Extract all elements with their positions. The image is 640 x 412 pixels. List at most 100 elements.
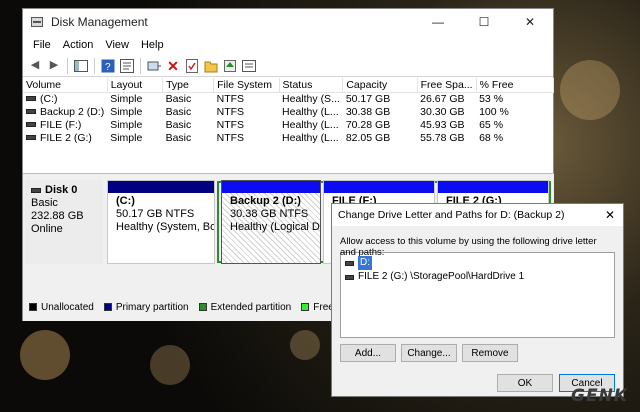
minimize-button[interactable]: —	[415, 9, 461, 35]
title-bar[interactable]: Disk Management — ☐ ✕	[23, 9, 553, 35]
table-header-row: Volume Layout Type File System Status Ca…	[23, 78, 555, 93]
table-row[interactable]: (C:) Simple Basic NTFS Healthy (S... 50.…	[23, 92, 554, 105]
menu-bar: File Action View Help	[23, 35, 553, 55]
list-icon[interactable]	[241, 58, 257, 74]
table-cell: 70.28 GB	[345, 118, 391, 131]
table-cell: Simple	[110, 118, 143, 131]
list-item[interactable]: D:	[345, 256, 610, 270]
menu-file[interactable]: File	[27, 39, 57, 51]
table-cell: 30.38 GB	[345, 105, 391, 118]
legend-label: Extended partition	[210, 301, 292, 313]
background-light	[560, 60, 620, 120]
table-cell: 53 %	[479, 92, 504, 105]
legend-swatch	[198, 302, 207, 311]
column-header-percent-free[interactable]: % Free	[476, 78, 555, 93]
dialog-title-bar[interactable]: Change Drive Letter and Paths for D: (Ba…	[332, 204, 623, 226]
partition-c[interactable]: (C:) 50.17 GB NTFS Healthy (System, Boot…	[107, 180, 215, 264]
table-cell: Simple	[110, 105, 143, 118]
table-cell: Basic	[165, 92, 192, 105]
column-header-layout[interactable]: Layout	[107, 78, 164, 93]
up-icon[interactable]	[222, 58, 238, 74]
table-cell: NTFS	[216, 105, 245, 118]
table-cell: 45.93 GB	[420, 118, 465, 131]
console-tree-icon[interactable]	[73, 58, 89, 74]
change-button[interactable]: Change...	[401, 344, 457, 362]
volume-cell: Backup 2 (D:)	[23, 105, 107, 118]
drive-icon	[345, 260, 354, 266]
dialog-title: Change Drive Letter and Paths for D: (Ba…	[338, 209, 565, 221]
legend-item: Primary partition	[103, 301, 189, 313]
table-cell: 65 %	[479, 118, 504, 131]
properties-icon[interactable]	[119, 58, 135, 74]
primary-partition-band	[108, 181, 214, 193]
toolbar-separator	[140, 57, 141, 74]
drive-icon	[26, 122, 36, 128]
volume-name: FILE (F:)	[40, 118, 82, 131]
disk-state: Online	[31, 223, 63, 235]
logical-drive-band	[438, 181, 548, 193]
table-cell: Healthy (L...	[282, 131, 339, 144]
list-item[interactable]: FILE 2 (G:) \StoragePool\HardDrive 1	[345, 270, 610, 284]
table-cell: Simple	[110, 131, 143, 144]
partition-name: Backup 2 (D:)	[230, 195, 301, 207]
table-row[interactable]: FILE (F:) Simple Basic NTFS Healthy (L..…	[23, 118, 554, 131]
partition-status: Healthy (Logical Drive	[230, 221, 320, 233]
menu-view[interactable]: View	[99, 39, 135, 51]
table-cell: Basic	[165, 105, 192, 118]
partition-size: 30.38 GB NTFS	[230, 208, 309, 220]
logical-drive-band	[324, 181, 434, 193]
volume-name: Backup 2 (D:)	[40, 105, 105, 118]
close-button[interactable]: ✕	[507, 9, 553, 35]
column-header-volume[interactable]: Volume	[23, 78, 108, 93]
volume-name: (C:)	[40, 92, 58, 105]
table-cell: NTFS	[216, 118, 245, 131]
drive-paths-list[interactable]: D: FILE 2 (G:) \StoragePool\HardDrive 1	[340, 252, 615, 338]
legend-swatch	[301, 302, 310, 311]
folder-icon[interactable]	[203, 58, 219, 74]
volume-cell: FILE (F:)	[23, 118, 107, 131]
back-arrow-icon[interactable]: ◀	[27, 58, 43, 74]
drive-icon	[26, 109, 36, 115]
check-icon[interactable]	[184, 58, 200, 74]
disk-info[interactable]: Disk 0 Basic 232.88 GB Online	[25, 180, 103, 264]
table-cell: Healthy (L...	[282, 118, 339, 131]
delete-icon[interactable]: ✕	[165, 58, 181, 74]
column-header-capacity[interactable]: Capacity	[342, 78, 418, 93]
disk-name: Disk 0	[45, 184, 78, 196]
add-button[interactable]: Add...	[340, 344, 396, 362]
logical-drive-band	[222, 181, 320, 193]
disk-size: 232.88 GB	[31, 210, 84, 222]
list-item-label: D:	[358, 256, 372, 270]
table-cell: 50.17 GB	[345, 92, 391, 105]
dialog-action-buttons: Add... Change... Remove	[340, 344, 518, 362]
ok-button[interactable]: OK	[497, 374, 553, 392]
forward-arrow-icon[interactable]: ▶	[46, 58, 62, 74]
legend-label: Unallocated	[41, 301, 94, 313]
background-light	[20, 330, 70, 380]
partition-d[interactable]: Backup 2 (D:) 30.38 GB NTFS Healthy (Log…	[221, 180, 321, 264]
legend-swatch	[29, 302, 37, 311]
partition-status: Healthy (System, Boot, I	[116, 221, 214, 233]
column-header-type[interactable]: Type	[162, 78, 215, 93]
table-cell: 68 %	[479, 131, 504, 144]
app-icon	[31, 17, 43, 27]
table-cell: Basic	[165, 131, 192, 144]
legend-label: Primary partition	[115, 301, 189, 313]
table-cell: 55.78 GB	[420, 131, 465, 144]
connect-icon[interactable]	[146, 58, 162, 74]
column-header-file-system[interactable]: File System	[213, 78, 280, 93]
dialog-close-button[interactable]: ✕	[597, 208, 623, 222]
drive-icon	[26, 135, 36, 141]
table-row[interactable]: FILE 2 (G:) Simple Basic NTFS Healthy (L…	[23, 131, 554, 144]
help-icon[interactable]: ?	[100, 58, 116, 74]
column-header-status[interactable]: Status	[279, 78, 344, 93]
table-row[interactable]: Backup 2 (D:) Simple Basic NTFS Healthy …	[23, 105, 554, 118]
partition-size: 50.17 GB NTFS	[116, 208, 195, 220]
list-item-label: FILE 2 (G:) \StoragePool\HardDrive 1	[358, 271, 525, 282]
svg-text:?: ?	[105, 62, 111, 73]
column-header-free-space[interactable]: Free Spa...	[417, 78, 477, 93]
menu-help[interactable]: Help	[135, 39, 170, 51]
maximize-button[interactable]: ☐	[461, 9, 507, 35]
menu-action[interactable]: Action	[57, 39, 100, 51]
remove-button[interactable]: Remove	[462, 344, 518, 362]
